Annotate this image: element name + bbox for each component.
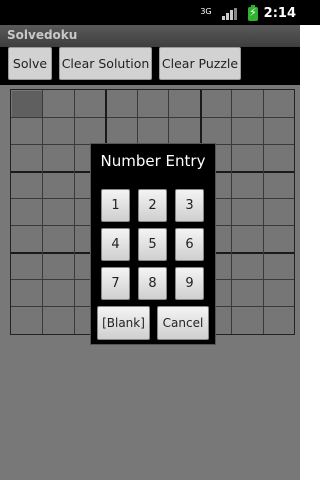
number-button-8[interactable]: 8	[138, 267, 167, 300]
number-button-7[interactable]: 7	[101, 267, 130, 300]
number-button-5[interactable]: 5	[138, 228, 167, 261]
number-button-6[interactable]: 6	[175, 228, 204, 261]
app-title: Solvedoku	[7, 28, 78, 42]
number-button-2[interactable]: 2	[138, 189, 167, 222]
number-entry-dialog: Number Entry 1 2 3 4 5 6 7 8 9 [Blank] C…	[90, 143, 216, 345]
number-button-9[interactable]: 9	[175, 267, 204, 300]
network-3g-icon: 3G	[200, 7, 212, 16]
battery-charging-icon: ⚡	[248, 5, 258, 21]
clear-puzzle-button[interactable]: Clear Puzzle	[159, 47, 241, 80]
status-time: 2:14	[263, 6, 296, 21]
number-button-1[interactable]: 1	[101, 189, 130, 222]
app-title-bar: Solvedoku	[0, 25, 300, 47]
screen-edge	[300, 25, 320, 480]
dialog-title: Number Entry	[100, 152, 206, 170]
selected-cell[interactable]	[12, 91, 42, 117]
clear-solution-button[interactable]: Clear Solution	[59, 47, 152, 80]
signal-icon	[222, 8, 238, 20]
cancel-button[interactable]: Cancel	[157, 306, 209, 340]
number-button-3[interactable]: 3	[175, 189, 204, 222]
number-button-4[interactable]: 4	[101, 228, 130, 261]
blank-button[interactable]: [Blank]	[97, 306, 150, 340]
toolbar: Solve Clear Solution Clear Puzzle	[0, 47, 300, 85]
solve-button[interactable]: Solve	[8, 47, 52, 80]
status-bar: 3G ⚡ 2:14	[0, 0, 320, 25]
